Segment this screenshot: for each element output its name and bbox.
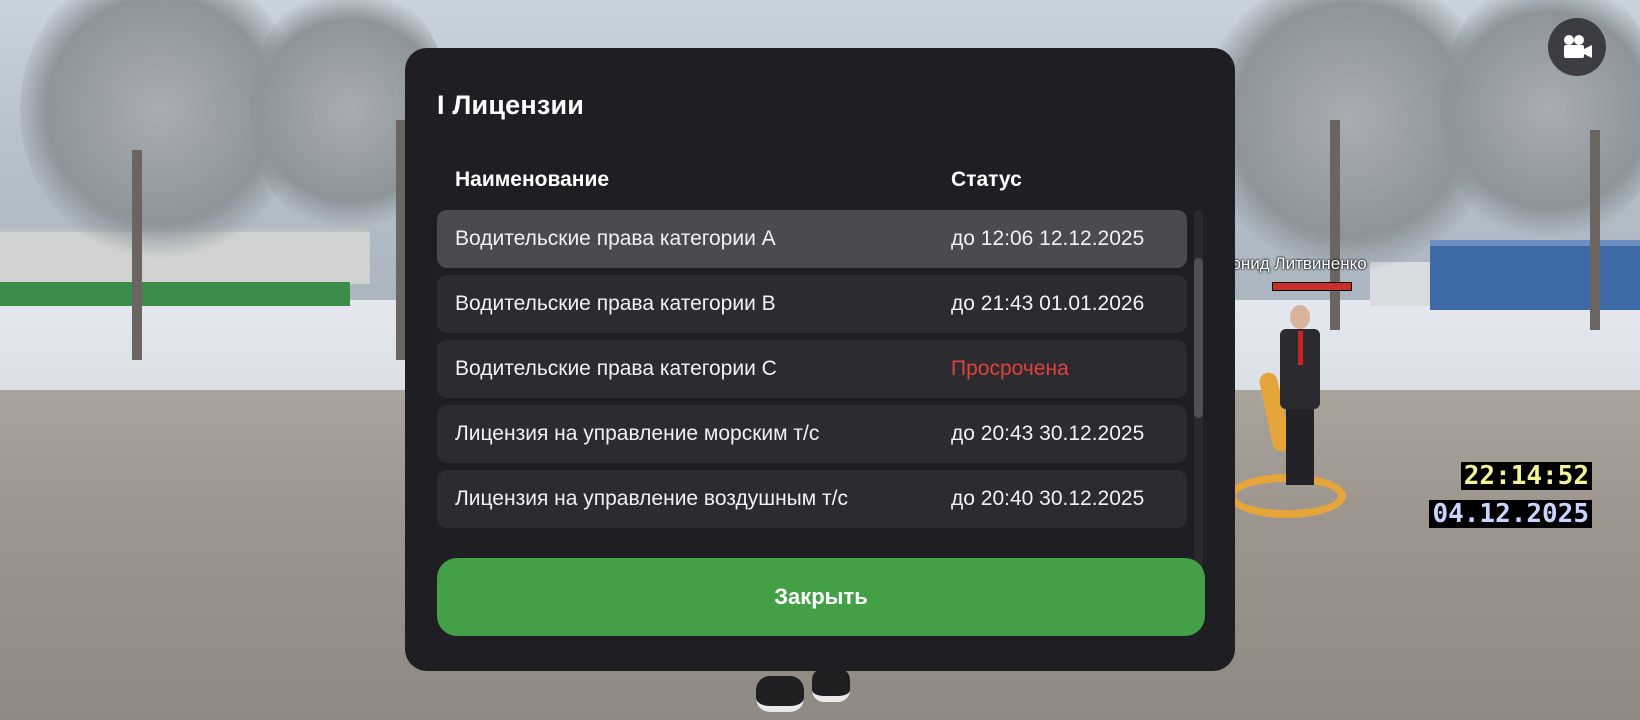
license-status: Просрочена bbox=[951, 357, 1069, 380]
tree-trunk bbox=[1590, 130, 1600, 330]
close-button[interactable]: Закрыть bbox=[437, 558, 1205, 636]
license-row[interactable]: Водительские права категории C Просрочен… bbox=[437, 340, 1187, 398]
video-camera-icon bbox=[1564, 35, 1592, 58]
player-character bbox=[1278, 305, 1322, 485]
licenses-list[interactable]: Водительские права категории A до 12:06 … bbox=[437, 210, 1187, 570]
shoe bbox=[812, 668, 850, 702]
license-row[interactable]: Лицензия на управление морским т/с до 20… bbox=[437, 405, 1187, 463]
column-header-status: Статус bbox=[951, 168, 1022, 191]
licenses-modal: I Лицензии Наименование Статус Водительс… bbox=[405, 48, 1235, 671]
modal-title: I Лицензии bbox=[437, 90, 585, 120]
license-row[interactable]: Водительские права категории B до 21:43 … bbox=[437, 275, 1187, 333]
license-row[interactable]: Лицензия на управление воздушным т/с до … bbox=[437, 470, 1187, 528]
license-status: до 20:40 30.12.2025 bbox=[951, 487, 1145, 510]
own-character-feet bbox=[756, 668, 852, 712]
player-head bbox=[1290, 305, 1310, 329]
license-name: Водительские права категории B bbox=[455, 292, 776, 315]
column-header-name: Наименование bbox=[455, 168, 610, 191]
player-tie bbox=[1298, 331, 1303, 365]
license-name: Водительские права категории C bbox=[455, 357, 777, 380]
shoe bbox=[756, 676, 804, 712]
player-nameplate: еонид Литвиненко bbox=[1222, 254, 1367, 273]
license-status: до 21:43 01.01.2026 bbox=[951, 292, 1145, 315]
license-name: Лицензия на управление воздушным т/с bbox=[455, 487, 848, 510]
license-name: Лицензия на управление морским т/с bbox=[455, 422, 820, 445]
tree-trunk bbox=[132, 150, 142, 360]
license-status: до 12:06 12.12.2025 bbox=[951, 227, 1145, 250]
player-health-bar bbox=[1272, 282, 1352, 291]
camera-button[interactable] bbox=[1548, 18, 1606, 76]
building-right bbox=[1430, 240, 1640, 310]
kiosk bbox=[1370, 262, 1430, 306]
green-fence bbox=[0, 282, 350, 306]
license-status: до 20:43 30.12.2025 bbox=[951, 422, 1145, 445]
license-row[interactable]: Водительские права категории A до 12:06 … bbox=[437, 210, 1187, 268]
license-name: Водительские права категории A bbox=[455, 227, 776, 250]
hud-date: 04.12.2025 bbox=[1429, 500, 1592, 528]
player-legs bbox=[1286, 409, 1314, 485]
scrollbar-thumb[interactable] bbox=[1194, 258, 1203, 418]
tree-trunk bbox=[1330, 120, 1340, 330]
list-scrollbar[interactable] bbox=[1194, 210, 1203, 570]
hud-clock: 22:14:52 bbox=[1460, 462, 1592, 490]
